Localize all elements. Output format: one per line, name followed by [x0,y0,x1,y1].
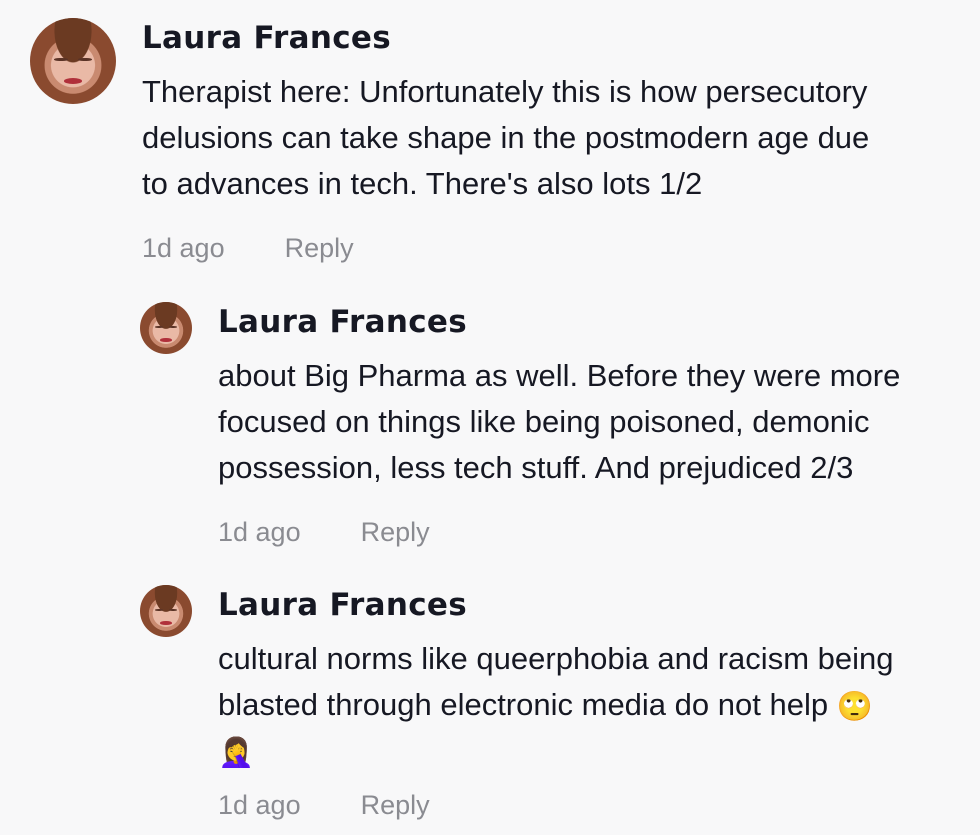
comment-text-segment: blasted through electronic media do not … [218,687,829,722]
comment-username[interactable]: Laura Frances [142,18,869,58]
comment-meta: 1d ago Reply [218,517,900,548]
reply-button[interactable]: Reply [285,233,354,264]
comment-text-line: blasted through electronic media do not … [218,682,893,728]
comment-timestamp: 1d ago [218,790,301,820]
avatar[interactable] [140,302,192,354]
reply-comment-item: Laura Frances cultural norms like queerp… [140,585,893,821]
comment-text-line: delusions can take shape in the postmode… [142,120,870,155]
comment-text-line: cultural norms like queerphobia and raci… [218,641,894,676]
comment-timestamp: 1d ago [218,517,301,547]
eye-roll-emoji-icon: 🙄 [836,689,873,724]
comment-text-line: Therapist here: Unfortunately this is ho… [142,74,868,109]
avatar[interactable] [30,18,116,104]
facepalm-emoji-icon: 🤦‍♀️ [218,735,255,770]
comment-text: Therapist here: Unfortunately this is ho… [142,69,869,207]
comment-text-line: to advances in tech. There's also lots 1… [142,166,703,201]
comment-item: Laura Frances Therapist here: Unfortunat… [30,18,869,264]
reply-button[interactable]: Reply [361,790,430,821]
comment-meta: 1d ago Reply [142,233,869,264]
comment-text: cultural norms like queerphobia and raci… [218,636,893,774]
comment-text-line: 🤦‍♀️ [218,728,893,774]
comment-username[interactable]: Laura Frances [218,585,893,625]
comment-text-line: focused on things like being poisoned, d… [218,404,870,439]
reply-button[interactable]: Reply [361,517,430,548]
comment-text-line: about Big Pharma as well. Before they we… [218,358,901,393]
comment-text: about Big Pharma as well. Before they we… [218,353,900,491]
comment-text-line: possession, less tech stuff. And prejudi… [218,450,854,485]
comment-timestamp: 1d ago [142,233,225,263]
avatar[interactable] [140,585,192,637]
comment-thread: Laura Frances Therapist here: Unfortunat… [0,0,980,835]
comment-meta: 1d ago Reply [218,790,893,821]
comment-username[interactable]: Laura Frances [218,302,900,342]
reply-comment-item: Laura Frances about Big Pharma as well. … [140,302,900,548]
